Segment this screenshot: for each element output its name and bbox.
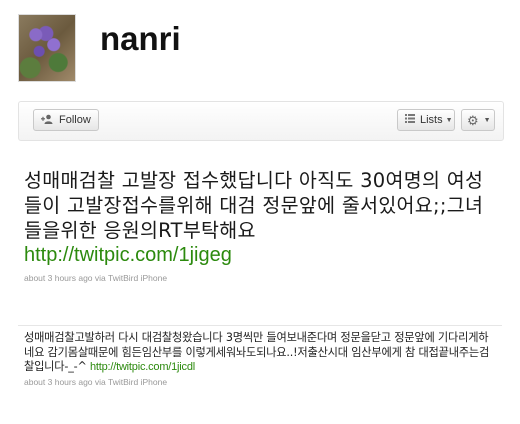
add-person-icon xyxy=(41,114,54,127)
follow-button[interactable]: Follow xyxy=(33,109,99,131)
tweet-via: via xyxy=(94,376,106,387)
lists-label: Lists xyxy=(420,114,443,126)
divider xyxy=(18,325,502,326)
tweet-meta: about 3 hours ago via TwitBird iPhone xyxy=(24,273,498,283)
screen-name: nanri xyxy=(100,20,181,57)
tweet-source[interactable]: TwitBird iPhone xyxy=(108,377,167,387)
avatar[interactable] xyxy=(18,14,76,82)
tweet-timestamp[interactable]: about 3 hours ago xyxy=(24,273,93,283)
tweet-via: via xyxy=(94,273,106,283)
tweet-text: 성매매검찰 고발장 접수했답니다 아직도 30여명의 여성들이 고발장접수를위해… xyxy=(24,169,484,242)
list-icon xyxy=(405,114,415,126)
chevron-down-icon: ▼ xyxy=(445,116,453,124)
tweet-text-container: 성매매검찰고발하러 다시 대검찰청왔습니다 3명씩만 들여보내준다며 정문을닫고… xyxy=(24,331,498,375)
tweet-meta: about 3 hours ago via TwitBird iPhone xyxy=(24,377,498,387)
gear-icon: ⚙ xyxy=(467,112,479,128)
tweet-item: 성매매검찰고발하러 다시 대검찰청왔습니다 3명씩만 들여보내준다며 정문을닫고… xyxy=(24,331,498,387)
chevron-down-icon: ▼ xyxy=(483,116,491,124)
tweet-link[interactable]: http://twitpic.com/1jigeg xyxy=(24,243,498,268)
tweet-featured: 성매매검찰 고발장 접수했답니다 아직도 30여명의 여성들이 고발장접수를위해… xyxy=(24,168,498,283)
tweet-link[interactable]: http://twitpic.com/1jicdl xyxy=(90,361,195,373)
tweet-source[interactable]: TwitBird iPhone xyxy=(108,273,167,283)
lists-button[interactable]: Lists ▼ xyxy=(397,109,455,131)
profile-actions-bar: Follow Lists ▼ ⚙ ▼ xyxy=(18,101,504,141)
follow-label: Follow xyxy=(59,114,91,126)
tweet-timestamp[interactable]: about 3 hours ago xyxy=(24,377,93,387)
actions-menu-button[interactable]: ⚙ ▼ xyxy=(461,109,495,131)
